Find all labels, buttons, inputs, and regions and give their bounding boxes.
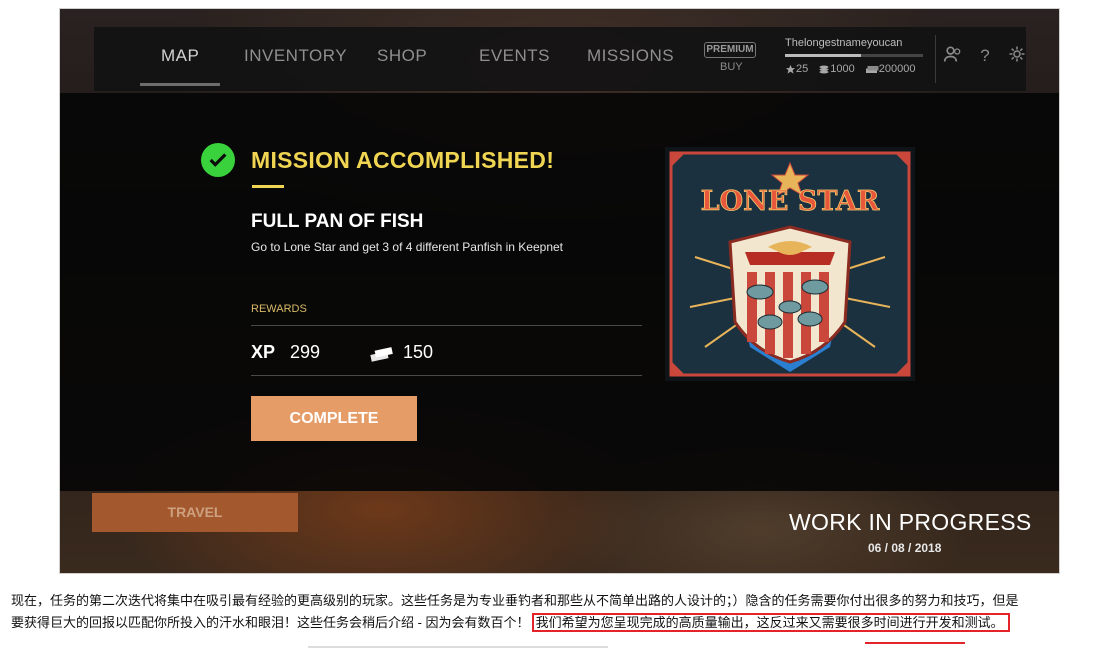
- money-icon: [370, 347, 393, 362]
- level-value: 25: [796, 63, 809, 75]
- friends-icon[interactable]: [942, 45, 964, 67]
- rewards-divider-bottom: [251, 375, 642, 376]
- rewards-divider-top: [251, 325, 642, 326]
- caption-line-2-start: 要获得巨大的回报以匹配你所投入的汗水和眼泪！这些任务会稍后介绍 - 因为会有数百…: [11, 615, 530, 630]
- xp-progress-fill: [785, 54, 861, 57]
- silver-stat: 1000: [818, 63, 855, 75]
- tab-map[interactable]: MAP: [161, 27, 199, 91]
- silver-value: 1000: [830, 63, 855, 75]
- rewards-label: REWARDS: [251, 303, 307, 315]
- mission-description: Go to Lone Star and get 3 of 4 different…: [251, 240, 563, 254]
- complete-button[interactable]: COMPLETE: [251, 396, 417, 441]
- banknotes-icon: [865, 65, 879, 73]
- tab-shop[interactable]: SHOP: [377, 27, 427, 91]
- game-screenshot: MAP INVENTORY SHOP EVENTS MISSIONS PREMI…: [59, 8, 1060, 574]
- caption-line-1: 现在，任务的第二次迭代将集中在吸引最有经验的更高级别的玩家。这些任务是为专业垂钓…: [11, 593, 1019, 608]
- player-username: Thelongestnameyoucan: [785, 37, 903, 49]
- silver-coins-icon: [819, 65, 829, 73]
- xp-reward-value: 299: [290, 342, 321, 362]
- lone-star-badge-icon: LONE STAR: [665, 147, 915, 381]
- red-underline-mark: [865, 642, 965, 644]
- badge-title: LONE STAR: [701, 186, 880, 217]
- highlighted-sentence: 我们希望为您呈现完成的高质量输出，这反过来又需要很多时间进行开发和测试。: [531, 613, 1010, 632]
- active-tab-indicator: [140, 83, 220, 86]
- gear-icon[interactable]: [1006, 45, 1028, 67]
- tab-events[interactable]: EVENTS: [479, 27, 550, 91]
- premium-badge[interactable]: PREMIUM: [704, 42, 756, 58]
- buy-premium-link[interactable]: BUY: [720, 61, 743, 73]
- work-in-progress-watermark: WORK IN PROGRESS: [789, 509, 1032, 535]
- gold-value: 200000: [878, 63, 916, 75]
- title-underline: [252, 185, 284, 188]
- travel-button[interactable]: TRAVEL: [92, 493, 298, 532]
- money-reward-value: 150: [403, 342, 434, 362]
- checkmark-icon: [201, 143, 235, 177]
- xp-label: XP: [251, 342, 276, 362]
- xp-progress-bar: [785, 54, 923, 57]
- mission-complete-panel: MISSION ACCOMPLISHED! FULL PAN OF FISH G…: [60, 93, 1059, 491]
- help-icon[interactable]: ?: [974, 45, 996, 67]
- tab-missions[interactable]: MISSIONS: [587, 27, 674, 91]
- article-caption: 现在，任务的第二次迭代将集中在吸引最有经验的更高级别的玩家。这些任务是为专业垂钓…: [11, 590, 1101, 634]
- mission-name: FULL PAN OF FISH: [251, 211, 424, 232]
- star-icon: [785, 64, 796, 74]
- topbar-divider: [935, 35, 936, 83]
- level-stat: 25: [785, 63, 808, 75]
- tab-inventory[interactable]: INVENTORY: [244, 27, 347, 91]
- mission-status-title: MISSION ACCOMPLISHED!: [251, 147, 555, 173]
- caption-line-2: 要获得巨大的回报以匹配你所投入的汗水和眼泪！这些任务会稍后介绍 - 因为会有数百…: [11, 612, 1101, 634]
- watermark-date: 06 / 08 / 2018: [868, 541, 942, 555]
- gold-stat: 200000: [865, 63, 916, 75]
- player-stats: 25 1000 200000: [785, 63, 915, 75]
- top-navigation-bar: MAP INVENTORY SHOP EVENTS MISSIONS PREMI…: [94, 27, 1026, 91]
